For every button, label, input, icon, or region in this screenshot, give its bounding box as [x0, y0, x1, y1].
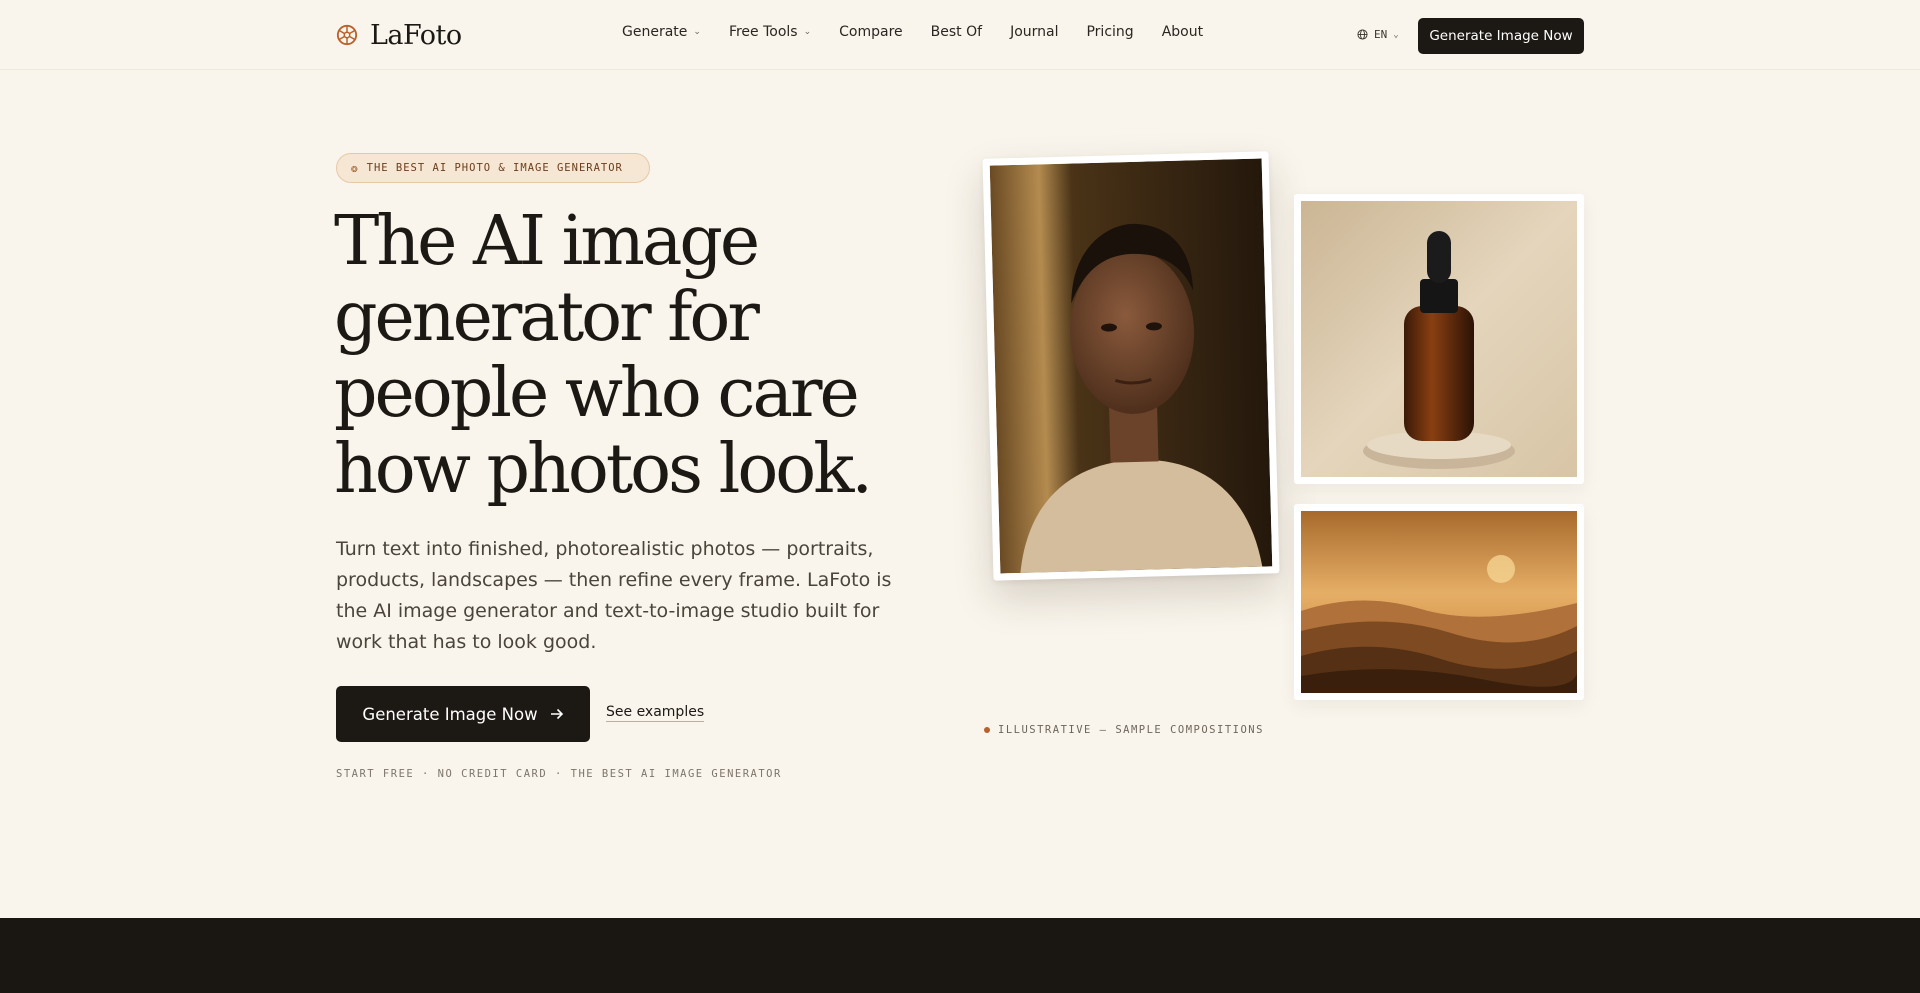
nav-item-label: Pricing	[1086, 24, 1134, 40]
hero-generate-button[interactable]: Generate Image Now	[336, 686, 590, 742]
nav-item-label: Generate	[622, 24, 688, 40]
headline-line: people who care	[334, 354, 860, 433]
top-nav: LaFoto Generate ⌄ Free Tools ⌄ Compare B…	[0, 0, 1920, 70]
nav-item-pricing[interactable]: Pricing	[1086, 24, 1133, 40]
hero-headline: The AI image generator for people who ca…	[334, 204, 954, 508]
nav-item-label: Compare	[839, 24, 903, 40]
hero-badge-label: THE BEST AI PHOTO & IMAGE GENERATOR	[366, 162, 623, 174]
main-menu: Generate ⌄ Free Tools ⌄ Compare Best Of …	[622, 24, 1231, 40]
next-section-band	[0, 918, 1920, 993]
nav-item-free-tools[interactable]: Free Tools ⌄	[729, 24, 811, 40]
sample-caption-label: ILLUSTRATIVE — SAMPLE COMPOSITIONS	[998, 724, 1264, 736]
chevron-down-icon: ⌄	[803, 27, 812, 37]
sample-caption: ILLUSTRATIVE — SAMPLE COMPOSITIONS	[984, 724, 1264, 736]
nav-item-best-of[interactable]: Best Of	[931, 24, 982, 40]
arrow-right-icon	[550, 708, 563, 720]
nav-item-label: About	[1161, 24, 1204, 40]
language-label: EN	[1374, 28, 1388, 41]
brand-logo[interactable]: LaFoto	[336, 16, 462, 54]
nav-item-compare[interactable]: Compare	[839, 24, 903, 40]
aperture-icon: ❂	[351, 161, 359, 175]
landscape-sample-image	[1294, 504, 1584, 700]
chevron-down-icon: ⌄	[1393, 29, 1399, 40]
hero-generate-label: Generate Image Now	[362, 704, 538, 724]
nav-generate-button[interactable]: Generate Image Now	[1418, 18, 1584, 54]
nav-item-journal[interactable]: Journal	[1010, 24, 1058, 40]
globe-icon	[1357, 29, 1368, 40]
chevron-down-icon: ⌄	[693, 27, 701, 37]
aperture-icon	[336, 24, 358, 46]
brand-name: LaFoto	[370, 19, 462, 51]
nav-item-about[interactable]: About	[1162, 24, 1203, 40]
nav-item-label: Best Of	[930, 24, 983, 40]
hero-fineprint: START FREE · NO CREDIT CARD · THE BEST A…	[336, 768, 782, 780]
hero-badge: ❂ THE BEST AI PHOTO & IMAGE GENERATOR	[336, 153, 650, 183]
see-examples-link[interactable]: See examples	[606, 704, 705, 722]
headline-line: how photos look.	[334, 430, 873, 509]
hero-subtitle: Turn text into finished, photorealistic …	[336, 538, 892, 653]
nav-item-generate[interactable]: Generate ⌄	[622, 24, 701, 40]
product-sample-image	[1294, 194, 1584, 484]
accent-dot	[984, 727, 990, 733]
language-selector[interactable]: EN ⌄	[1357, 28, 1399, 41]
headline-line: generator for	[334, 278, 760, 357]
portrait-sample-image	[982, 151, 1280, 581]
headline-line: The AI image	[334, 202, 760, 281]
nav-item-label: Free Tools	[728, 24, 798, 40]
nav-item-label: Journal	[1010, 24, 1059, 40]
